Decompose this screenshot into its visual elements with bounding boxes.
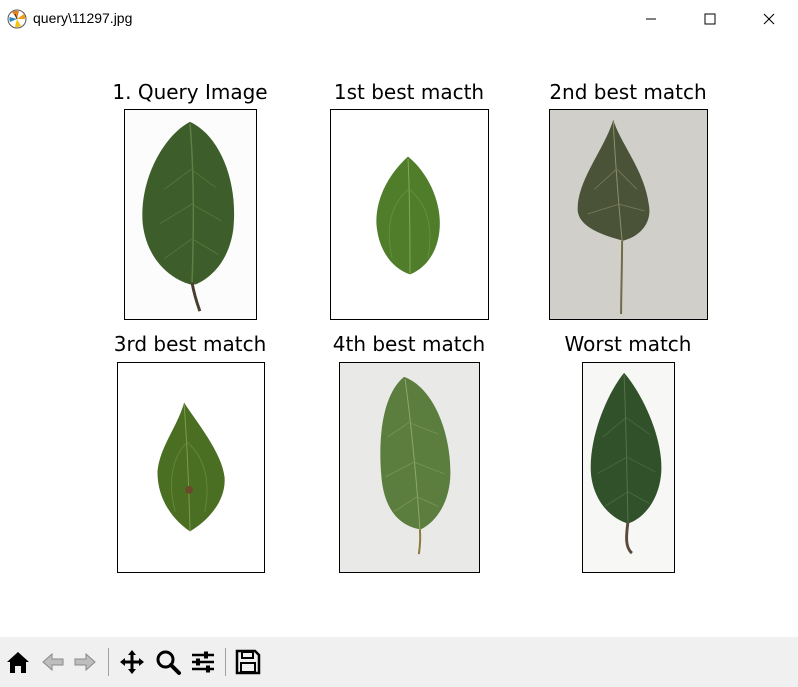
subplot-title: 3rd best match: [113, 332, 267, 356]
best-match-1-leaf-image: [330, 109, 489, 320]
minimize-icon: [646, 18, 656, 20]
navigation-toolbar: [0, 637, 798, 687]
toolbar-separator: [108, 648, 109, 676]
configure-subplots-icon: [192, 651, 214, 673]
pan-icon: [120, 650, 144, 674]
back-icon: [42, 652, 64, 672]
save-button[interactable]: [232, 646, 264, 678]
subplot-title: 1st best macth: [333, 80, 485, 104]
zoom-button[interactable]: [152, 646, 184, 678]
home-button[interactable]: [2, 646, 34, 678]
close-icon: [763, 13, 775, 25]
forward-icon: [74, 652, 96, 672]
matplotlib-window: query\11297.jpg 1. Query Image 1st best …: [0, 0, 798, 687]
maximize-icon: [704, 13, 716, 25]
pan-button[interactable]: [116, 646, 148, 678]
best-match-3-leaf-image: [117, 362, 265, 573]
figure-canvas[interactable]: 1. Query Image 1st best macth 2nd best m…: [0, 38, 798, 636]
title-bar[interactable]: query\11297.jpg: [0, 0, 798, 38]
maximize-button[interactable]: [687, 0, 733, 38]
toolbar-separator: [225, 648, 226, 676]
best-match-4-leaf-image: [339, 362, 480, 573]
minimize-button[interactable]: [628, 0, 674, 38]
subplot-title: 2nd best match: [549, 80, 707, 104]
zoom-icon: [156, 650, 181, 675]
worst-match-leaf-image: [582, 362, 675, 573]
save-icon: [235, 649, 261, 675]
close-button[interactable]: [746, 0, 792, 38]
home-icon: [7, 652, 29, 673]
query-leaf-image: [124, 109, 257, 320]
forward-button[interactable]: [69, 646, 101, 678]
configure-subplots-button[interactable]: [187, 646, 219, 678]
subplot-title: 1. Query Image: [112, 80, 268, 104]
window-title: query\11297.jpg: [33, 10, 133, 26]
subplot-title: 4th best match: [332, 332, 486, 356]
subplot-title: Worst match: [564, 332, 692, 356]
back-button[interactable]: [37, 646, 69, 678]
best-match-2-leaf-image: [549, 109, 708, 320]
matplotlib-logo-icon: [7, 9, 27, 29]
